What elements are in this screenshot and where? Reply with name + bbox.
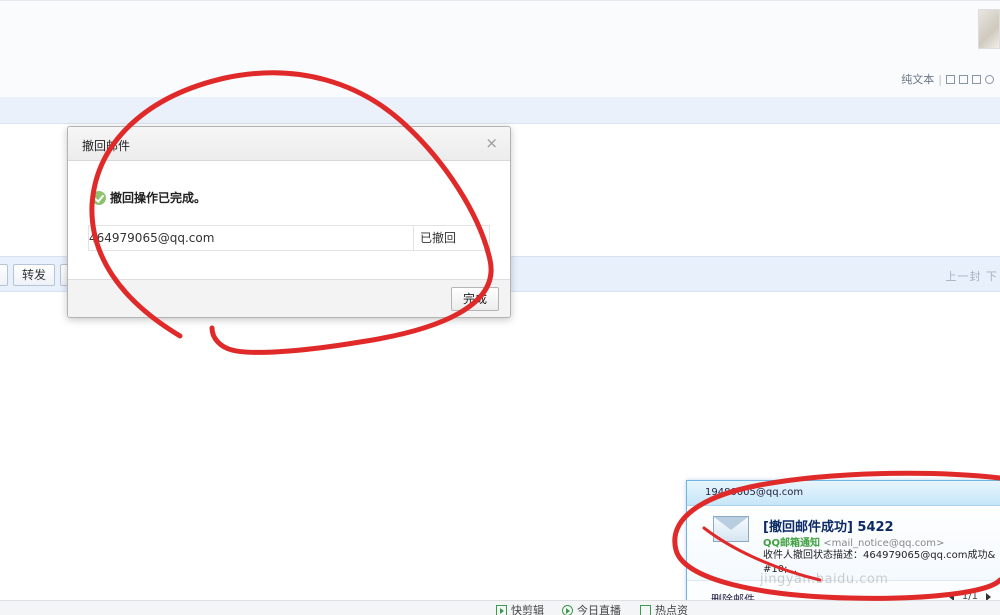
prev-next-pager[interactable]: 上一封 下 [946, 268, 999, 284]
refresh-icon[interactable] [985, 74, 994, 84]
news-icon [640, 604, 651, 615]
recall-status-text: 撤回操作已完成。 [110, 191, 207, 205]
play-icon [496, 604, 507, 615]
sender-name: QQ邮箱通知 [763, 538, 821, 549]
bottom-status-bar: 快剪辑 今日直播 热点资 [0, 600, 1000, 615]
notification-snippet: 收件人撤回状态描述：464979065@qq.com成功&#10;... [763, 550, 996, 575]
folder-icon[interactable] [972, 74, 981, 84]
view-separator: | [938, 72, 942, 86]
notification-account: 19480005@qq.com [705, 487, 804, 498]
view-options: 纯文本 | [901, 71, 994, 87]
recipient-email: 464979065@qq.com [89, 226, 414, 250]
done-button[interactable]: 完成 [451, 287, 499, 311]
notification-header: 19480005@qq.com [687, 481, 1000, 506]
mail-notification-popup[interactable]: 19480005@qq.com [撤回邮件成功] 5422 QQ邮箱通知 <ma… [686, 480, 1000, 615]
live-icon [562, 604, 573, 615]
notification-body[interactable]: [撤回邮件成功] 5422 QQ邮箱通知 <mail_notice@qq.com… [687, 506, 1000, 582]
status-item-label: 快剪辑 [511, 604, 544, 615]
toolbar-button-left-partial[interactable] [0, 264, 8, 286]
dialog-title: 撤回邮件 [82, 139, 131, 153]
check-icon [92, 190, 106, 205]
notification-subject[interactable]: [撤回邮件成功] 5422 [763, 516, 894, 535]
mail-header-area: 纯文本 | [0, 0, 1000, 97]
quick-edit-item[interactable]: 快剪辑 [496, 602, 544, 615]
recall-status: 撤回操作已完成。 [92, 189, 206, 206]
live-item[interactable]: 今日直播 [562, 602, 621, 615]
dialog-footer: 完成 [68, 279, 510, 317]
avatar [978, 9, 1000, 49]
mail-subheader-band [0, 97, 1000, 124]
status-item-label: 热点资 [655, 604, 688, 615]
envelope-icon [713, 516, 749, 542]
window-icon[interactable] [946, 74, 955, 84]
print-icon[interactable] [959, 74, 968, 84]
forward-button[interactable]: 转发 [13, 264, 55, 286]
news-item[interactable]: 热点资 [640, 602, 688, 615]
status-item-label: 今日直播 [577, 604, 621, 615]
notification-sender: QQ邮箱通知 <mail_notice@qq.com> [763, 534, 944, 549]
close-icon[interactable]: × [485, 135, 498, 151]
recall-mail-dialog: 撤回邮件 × 撤回操作已完成。 464979065@qq.com 已撤回 完成 [67, 126, 511, 318]
recall-result-row: 464979065@qq.com 已撤回 [88, 225, 490, 251]
sender-address: <mail_notice@qq.com> [823, 538, 945, 549]
recall-state: 已撤回 [420, 231, 457, 245]
dialog-header: 撤回邮件 × [68, 127, 510, 161]
plain-text-link[interactable]: 纯文本 [901, 71, 934, 87]
